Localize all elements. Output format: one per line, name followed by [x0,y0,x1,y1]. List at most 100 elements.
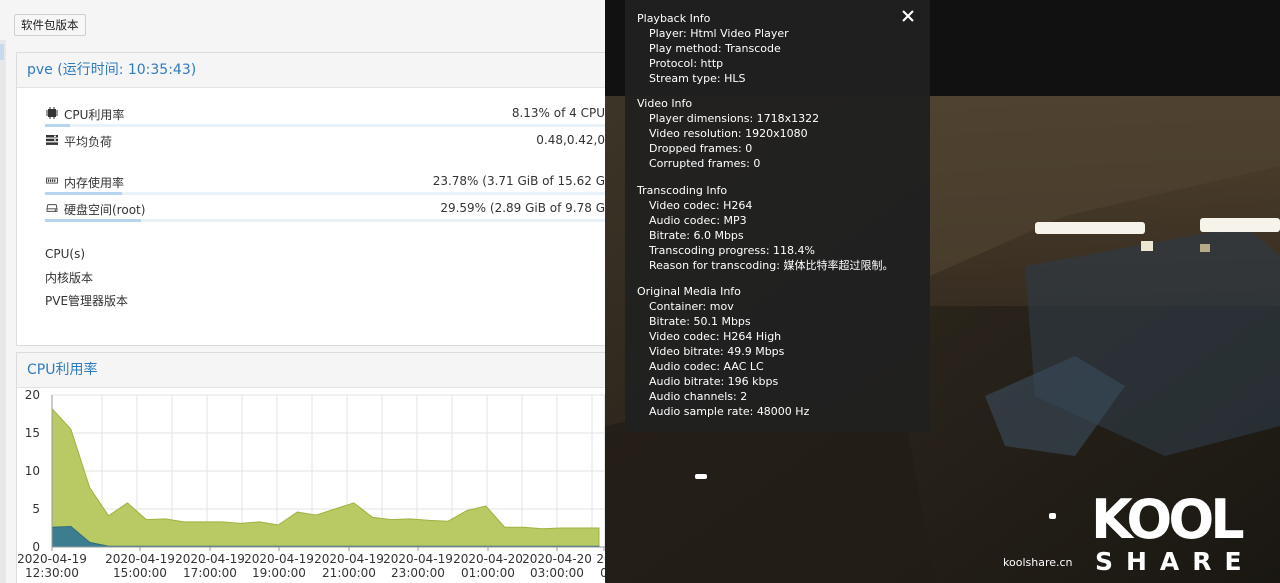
info-section-title: Original Media Info [637,285,741,298]
cpus-label: CPU(s) [45,247,86,261]
cpu-icon [46,107,58,119]
cpu-usage-bar [45,124,605,127]
info-section-title: Video Info [637,97,693,110]
memory-usage-label: 内存使用率 [64,176,125,190]
info-item-value: 2 [740,390,748,403]
x-tick-label-date: 2020-04-19 [17,552,87,566]
video-player[interactable]: Playback Info Player: Html Video Player Pl… [605,0,1280,583]
info-item-key: Video bitrate: [649,345,728,358]
memory-usage-value: 23.78% (3.71 GiB of 15.62 G [432,174,605,188]
info-item-value: AAC LC [723,360,764,373]
memory-icon [46,177,58,184]
x-tick-label-date: 2020-04-19 [105,552,175,566]
info-item: Audio codec: AAC LC [637,359,809,374]
x-tick-label-time: 15:00:00 [113,566,167,580]
info-item-value: 118.4% [773,244,815,257]
x-tick-label-date: 20 [596,552,605,566]
info-item-key: Audio channels: [649,390,741,403]
info-item: Video codec: H264 High [637,329,809,344]
kernel-version-label: 内核版本 [45,271,94,285]
x-tick-label-time: 21:00:00 [322,566,376,580]
load-average-label: 平均负荷 [64,135,113,149]
info-item-key: Stream type: [649,72,725,85]
info-item: Reason for transcoding: 媒体比特率超过限制。 [637,258,893,273]
info-item-value: 媒体比特率超过限制。 [783,259,894,272]
info-item: Protocol: http [637,56,789,71]
pve-admin-area: 软件包版本 pve (运行时间: 10:35:43) CPU利用率 8.13% … [0,0,605,583]
info-item-key: Video codec: [649,330,724,343]
x-tick-label-time: 19:00:00 [252,566,306,580]
info-item-value: 48000 Hz [756,405,810,418]
info-item: Container: mov [637,299,809,314]
info-item-value: 6.0 Mbps [693,229,744,242]
info-item: Audio channels: 2 [637,389,809,404]
x-tick-label-time: 01:00:00 [461,566,515,580]
load-average-icon [46,135,58,145]
disk-usage-value: 29.59% (2.89 GiB of 9.78 G [440,201,605,215]
info-item: Video resolution: 1920x1080 [637,126,819,141]
info-item-value: 0 [753,157,761,170]
info-item: Video bitrate: 49.9 Mbps [637,344,809,359]
y-tick-label: 15 [25,426,40,440]
info-item-value: 50.1 Mbps [693,315,751,328]
memory-usage-bar-fill [45,192,123,195]
info-item: Stream type: HLS [637,71,789,86]
info-item: Play method: Transcode [637,41,789,56]
info-item-key: Audio sample rate: [649,405,757,418]
info-item-value: HLS [724,72,746,85]
logo-bottom-text: SHARE [1095,547,1255,576]
info-item-key: Bitrate: [649,315,694,328]
info-item-value: Transcode [725,42,781,55]
y-tick-label: 5 [32,502,40,516]
info-item: Player: Html Video Player [637,26,789,41]
playback-info-overlay: Playback Info Player: Html Video Player Pl… [625,0,930,432]
watermark-site-text: koolshare.cn [1003,556,1073,569]
info-item-key: Bitrate: [649,229,694,242]
info-item: Bitrate: 6.0 Mbps [637,228,893,243]
node-status-title: pve (运行时间: 10:35:43) [17,53,605,88]
x-tick-label-date: 2020-04-19 [383,552,453,566]
info-item-value: 49.9 Mbps [727,345,785,358]
x-tick-label-date: 2020-04-20 [453,552,523,566]
close-icon[interactable] [900,8,916,24]
info-item-key: Container: [649,300,710,313]
info-item: Dropped frames: 0 [637,141,819,156]
info-section: Video Info Player dimensions: 1718x1322 Vi… [637,96,819,171]
info-item-value: http [700,57,724,70]
x-tick-label-time: 12:30:00 [25,566,79,580]
info-item-value: 1718x1322 [756,112,820,125]
x-tick-label-date: 2020-04-19 [244,552,314,566]
info-item: Audio bitrate: 196 kbps [637,374,809,389]
info-item: Audio sample rate: 48000 Hz [637,404,809,419]
info-item: Corrupted frames: 0 [637,156,819,171]
load-average-value: 0.48,0.42,0 [536,133,605,147]
info-section: Original Media Info Container: mov Bitrate… [637,284,809,419]
disk-usage-label: 硬盘空间(root) [64,203,146,217]
tree-selection-marker [0,44,4,60]
pve-manager-version-label: PVE管理器版本 [45,294,129,308]
x-tick-label-date: 2020-04-20 [522,552,592,566]
info-item: Bitrate: 50.1 Mbps [637,314,809,329]
info-item-key: Audio codec: [649,214,724,227]
info-section-title: Transcoding Info [637,184,728,197]
info-item-key: Protocol: [649,57,701,70]
hard-disk-icon [46,204,58,212]
cpu-usage-value: 8.13% of 4 CPU [511,106,605,120]
info-item-key: Audio bitrate: [649,375,728,388]
disk-usage-bar-fill [45,219,142,222]
info-item-key: Transcoding progress: [649,244,774,257]
package-versions-button[interactable]: 软件包版本 [14,14,86,36]
info-item-key: Player: [649,27,691,40]
info-item-value: 0 [745,142,753,155]
x-tick-label-time: 03:00:00 [530,566,584,580]
info-section: Transcoding Info Video codec: H264 Audio c… [637,183,893,273]
memory-usage-bar [45,192,605,195]
info-item-value: H264 [723,199,753,212]
info-item-key: Corrupted frames: [649,157,754,170]
logo-top-text: KOOL [1091,488,1243,551]
info-item-key: Video codec: [649,199,724,212]
info-item: Player dimensions: 1718x1322 [637,111,819,126]
info-item-key: Video resolution: [649,127,746,140]
disk-usage-bar [45,219,605,222]
info-item-key: Audio codec: [649,360,724,373]
